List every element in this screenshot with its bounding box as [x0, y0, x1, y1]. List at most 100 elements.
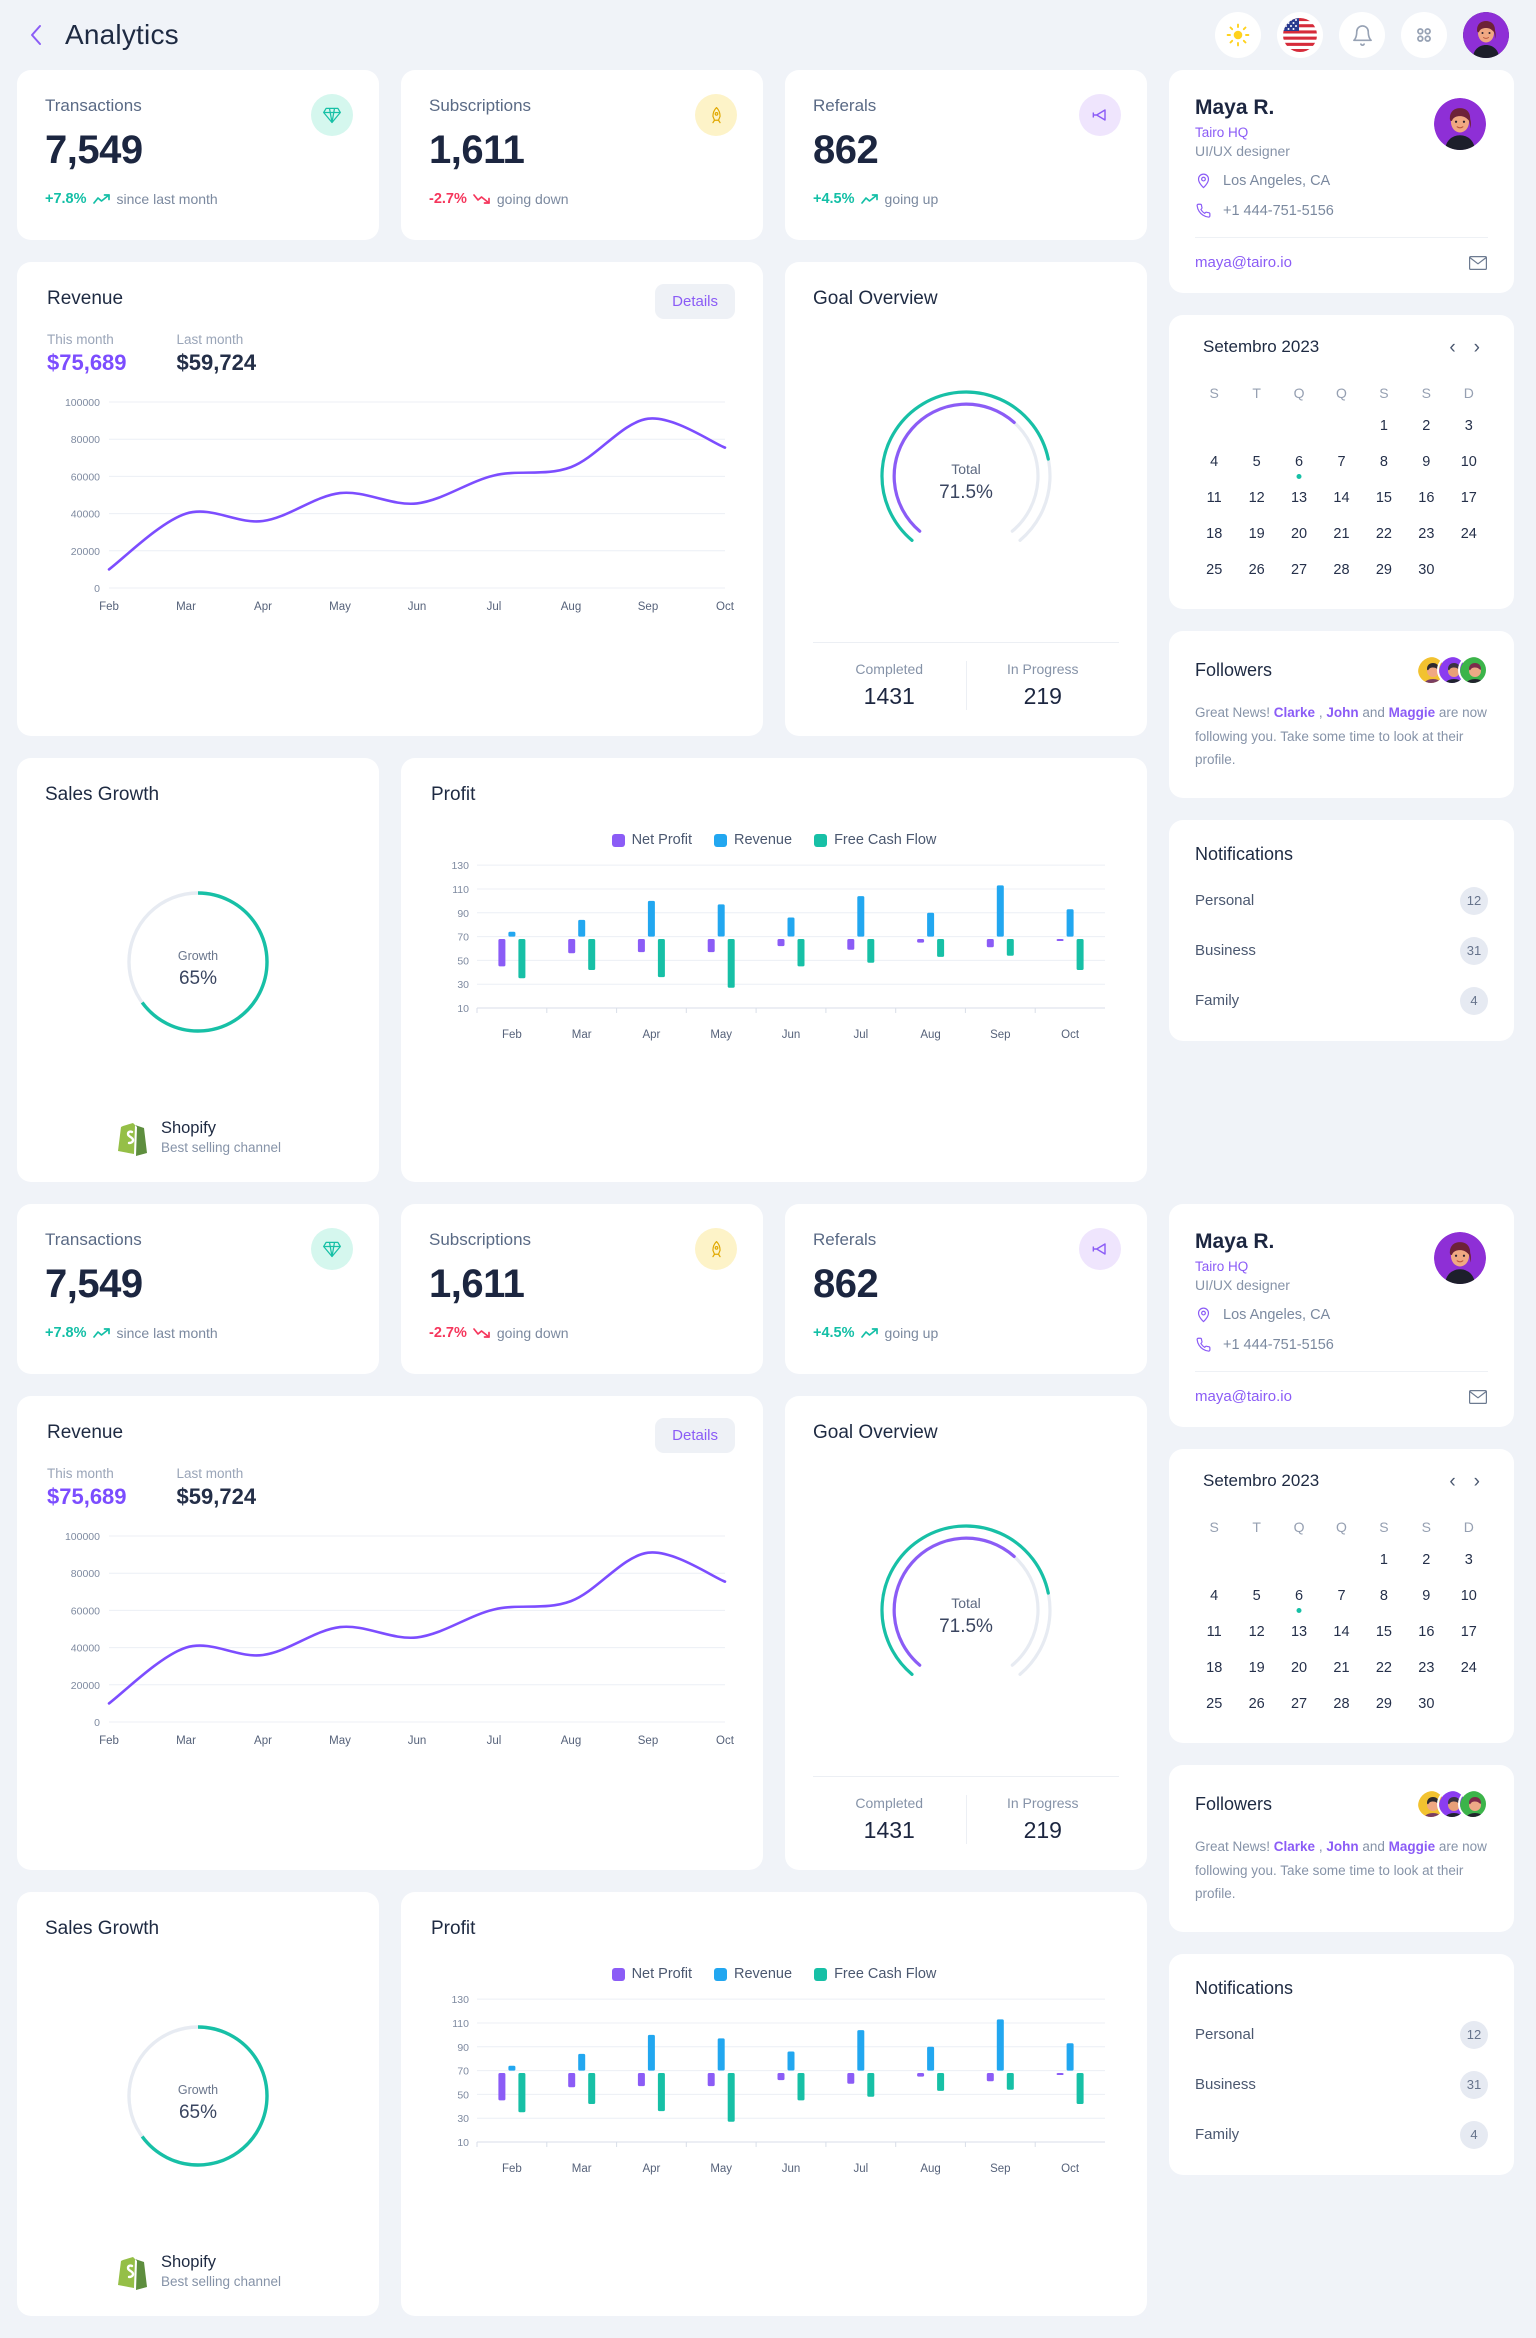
calendar-day[interactable]: 8 [1363, 1579, 1405, 1615]
calendar-day[interactable]: 5 [1235, 1579, 1277, 1615]
calendar-day[interactable]: 23 [1405, 517, 1447, 553]
chevron-left-icon[interactable]: ‹ [1449, 338, 1455, 357]
follower-avatar[interactable] [1458, 1789, 1488, 1819]
calendar-day[interactable]: 10 [1448, 445, 1490, 481]
details-button[interactable]: Details [655, 1418, 735, 1453]
calendar-day[interactable]: 7 [1320, 1579, 1362, 1615]
calendar-day[interactable]: 21 [1320, 517, 1362, 553]
calendar-day[interactable]: 3 [1448, 1543, 1490, 1579]
legend-revenue[interactable]: Revenue [714, 1966, 792, 1982]
calendar-day[interactable]: 9 [1405, 1579, 1447, 1615]
notification-row-family[interactable]: Family 4 [1195, 2120, 1488, 2149]
calendar-day[interactable]: 22 [1363, 517, 1405, 553]
follower-name-2[interactable]: John [1326, 705, 1358, 720]
user-avatar[interactable] [1463, 12, 1509, 58]
notification-row-business[interactable]: Business 31 [1195, 936, 1488, 965]
calendar-day[interactable]: 25 [1193, 1687, 1235, 1723]
chevron-right-icon[interactable]: › [1474, 338, 1480, 357]
profile-email[interactable]: maya@tairo.io [1195, 1388, 1292, 1405]
profile-avatar[interactable] [1434, 98, 1486, 150]
calendar-day[interactable]: 24 [1448, 1651, 1490, 1687]
calendar-day[interactable]: 26 [1235, 553, 1277, 589]
follower-avatar[interactable] [1458, 655, 1488, 685]
calendar-day[interactable]: 16 [1405, 481, 1447, 517]
calendar-day[interactable]: 25 [1193, 553, 1235, 589]
calendar-day[interactable]: 8 [1363, 445, 1405, 481]
profile-email[interactable]: maya@tairo.io [1195, 254, 1292, 271]
calendar-day[interactable]: 27 [1278, 553, 1320, 589]
calendar-day[interactable]: 24 [1448, 517, 1490, 553]
calendar-day[interactable]: 22 [1363, 1651, 1405, 1687]
calendar-day[interactable]: 2 [1405, 409, 1447, 445]
calendar-day[interactable]: 23 [1405, 1651, 1447, 1687]
back-chevron-icon[interactable] [23, 22, 49, 48]
legend-free-cash-flow[interactable]: Free Cash Flow [814, 1966, 936, 1982]
calendar-day[interactable]: 7 [1320, 445, 1362, 481]
calendar-day[interactable]: 18 [1193, 1651, 1235, 1687]
svg-text:130: 130 [451, 860, 469, 872]
calendar-day[interactable]: 20 [1278, 1651, 1320, 1687]
calendar-day[interactable]: 18 [1193, 517, 1235, 553]
bell-icon[interactable] [1339, 12, 1385, 58]
legend-free-cash-flow[interactable]: Free Cash Flow [814, 832, 936, 848]
follower-name-1[interactable]: Clarke [1274, 705, 1315, 720]
calendar-day[interactable]: 1 [1363, 409, 1405, 445]
follower-name-3[interactable]: Maggie [1389, 705, 1436, 720]
notification-row-personal[interactable]: Personal 12 [1195, 2020, 1488, 2049]
calendar-day[interactable]: 11 [1193, 481, 1235, 517]
calendar-day[interactable]: 13 [1278, 1615, 1320, 1651]
chevron-right-icon[interactable]: › [1474, 1472, 1480, 1491]
calendar-day[interactable]: 26 [1235, 1687, 1277, 1723]
chevron-left-icon[interactable]: ‹ [1449, 1472, 1455, 1491]
calendar-day[interactable]: 10 [1448, 1579, 1490, 1615]
profile-avatar[interactable] [1434, 1232, 1486, 1284]
calendar-day[interactable]: 27 [1278, 1687, 1320, 1723]
calendar-day[interactable]: 29 [1363, 1687, 1405, 1723]
legend-revenue[interactable]: Revenue [714, 832, 792, 848]
flag-us-icon[interactable] [1277, 12, 1323, 58]
legend-net-profit[interactable]: Net Profit [611, 832, 692, 848]
calendar-day[interactable]: 15 [1363, 481, 1405, 517]
calendar-day[interactable]: 21 [1320, 1651, 1362, 1687]
calendar-day[interactable]: 17 [1448, 481, 1490, 517]
calendar-day[interactable]: 30 [1405, 1687, 1447, 1723]
follower-name-1[interactable]: Clarke [1274, 1839, 1315, 1854]
calendar-grid: S T Q Q S S D 1 2 3 4 5 6 7 8 9 10 11 12 13 14 15 16 17 1… [1193, 1511, 1490, 1723]
calendar-day[interactable]: 1 [1363, 1543, 1405, 1579]
calendar-day[interactable]: 16 [1405, 1615, 1447, 1651]
calendar-day[interactable]: 14 [1320, 1615, 1362, 1651]
calendar-day[interactable]: 29 [1363, 553, 1405, 589]
calendar-day[interactable]: 17 [1448, 1615, 1490, 1651]
calendar-day[interactable]: 4 [1193, 1579, 1235, 1615]
calendar-day[interactable]: 12 [1235, 481, 1277, 517]
calendar-day[interactable]: 19 [1235, 517, 1277, 553]
notification-row-business[interactable]: Business 31 [1195, 2070, 1488, 2099]
calendar-day[interactable]: 15 [1363, 1615, 1405, 1651]
follower-name-3[interactable]: Maggie [1389, 1839, 1436, 1854]
calendar-day[interactable]: 28 [1320, 553, 1362, 589]
calendar-day[interactable]: 20 [1278, 517, 1320, 553]
calendar-day[interactable]: 6 [1278, 445, 1320, 481]
calendar-day[interactable]: 13 [1278, 481, 1320, 517]
calendar-day[interactable]: 6 [1278, 1579, 1320, 1615]
calendar-day[interactable]: 14 [1320, 481, 1362, 517]
calendar-day[interactable]: 9 [1405, 445, 1447, 481]
calendar-day[interactable]: 2 [1405, 1543, 1447, 1579]
follower-name-2[interactable]: John [1326, 1839, 1358, 1854]
calendar-day[interactable]: 28 [1320, 1687, 1362, 1723]
notification-row-personal[interactable]: Personal 12 [1195, 886, 1488, 915]
details-button[interactable]: Details [655, 284, 735, 319]
calendar-day[interactable]: 12 [1235, 1615, 1277, 1651]
legend-net-profit[interactable]: Net Profit [611, 1966, 692, 1982]
calendar-day[interactable]: 4 [1193, 445, 1235, 481]
calendar-weekday: T [1252, 1519, 1261, 1535]
notification-row-family[interactable]: Family 4 [1195, 986, 1488, 1015]
calendar-day[interactable]: 30 [1405, 553, 1447, 589]
calendar-day[interactable]: 5 [1235, 445, 1277, 481]
calendar-day[interactable]: 19 [1235, 1651, 1277, 1687]
profile-card: Maya R. Tairo HQ UI/UX designer Los Ange… [1169, 1204, 1514, 1427]
apps-grid-icon[interactable] [1401, 12, 1447, 58]
sun-icon[interactable] [1215, 12, 1261, 58]
calendar-day[interactable]: 3 [1448, 409, 1490, 445]
calendar-day[interactable]: 11 [1193, 1615, 1235, 1651]
